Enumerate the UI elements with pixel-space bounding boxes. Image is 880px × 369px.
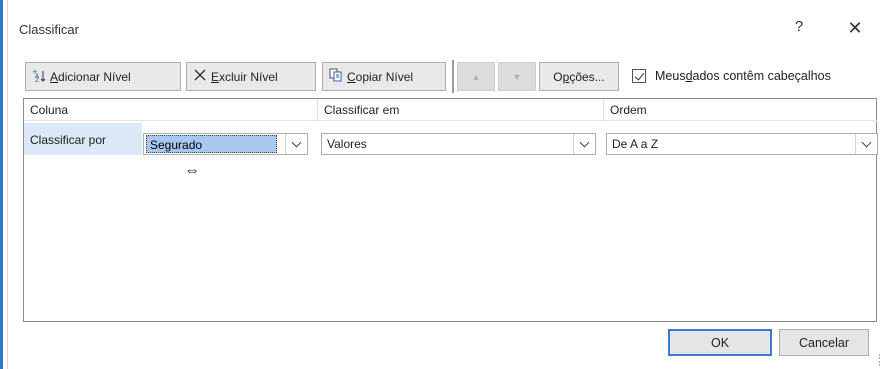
sort-dialog: Classificar ? ✕ + A Z Adicionar Nível Ex… [7,0,880,369]
arrow-up-icon: ▲ [471,71,481,82]
sort-by-label[interactable]: Classificar por [24,123,142,155]
help-button[interactable]: ? [788,18,810,40]
ok-button[interactable]: OK [668,329,772,356]
headers-mnemonic: d [685,69,693,83]
cancel-button[interactable]: Cancelar [779,329,869,356]
copy-level-label: opiar Nível [355,69,414,84]
move-down-button[interactable]: ▼ [498,62,536,91]
headers-checkbox-control[interactable]: Meus d ados contêm cabeçalhos [632,66,831,86]
delete-level-label: xcluir Nível [219,69,278,84]
options-label-pre: O [553,69,563,84]
delete-x-icon [193,68,207,85]
copy-level-mnemonic: C [347,69,356,84]
add-level-button[interactable]: + A Z Adicionar Nível [25,62,181,91]
sort-levels-grid: Coluna Classificar em Ordem Classificar … [23,98,878,322]
resize-grip[interactable] [874,354,880,366]
chevron-down-icon[interactable] [855,134,877,154]
toolbar-separator [452,60,454,93]
arrow-down-icon: ▼ [512,71,522,82]
column-select-value[interactable]: Segurado [146,135,277,153]
order-select-value[interactable]: De A a Z [607,134,658,154]
headers-label: ados contêm cabeçalhos [692,69,831,83]
order-select[interactable]: De A a Z [606,133,878,155]
dialog-title: Classificar [19,22,79,37]
sort-on-select[interactable]: Valores [321,133,596,155]
headers-checkbox[interactable] [632,69,646,83]
sort-on-select-value[interactable]: Valores [322,134,367,154]
options-mnemonic: p [562,69,570,84]
move-up-button[interactable]: ▲ [457,62,495,91]
copy-icon [329,68,343,85]
svg-text:Z: Z [35,77,39,82]
sort-on-header: Classificar em [318,99,604,121]
options-label: ções... [569,69,605,84]
resize-cursor-icon: ⇔ [184,162,200,179]
headers-label-pre: Meus [655,69,686,83]
title-bar: Classificar ? ✕ [8,0,880,58]
delete-level-mnemonic: E [211,69,220,84]
add-level-label: dicionar Nível [58,69,131,84]
order-header: Ordem [604,99,878,121]
chevron-down-icon[interactable] [573,134,595,154]
copy-level-button[interactable]: Copiar Nível [322,62,446,91]
close-button[interactable]: ✕ [844,17,866,39]
options-button[interactable]: Op ções... [539,62,619,91]
column-header: Coluna [24,99,318,121]
add-level-mnemonic: A [50,69,59,84]
delete-level-button[interactable]: Excluir Nível [186,62,316,91]
column-select[interactable]: Segurado [143,133,308,155]
chevron-down-icon[interactable] [285,134,307,154]
add-level-icon: + A Z [32,68,46,85]
